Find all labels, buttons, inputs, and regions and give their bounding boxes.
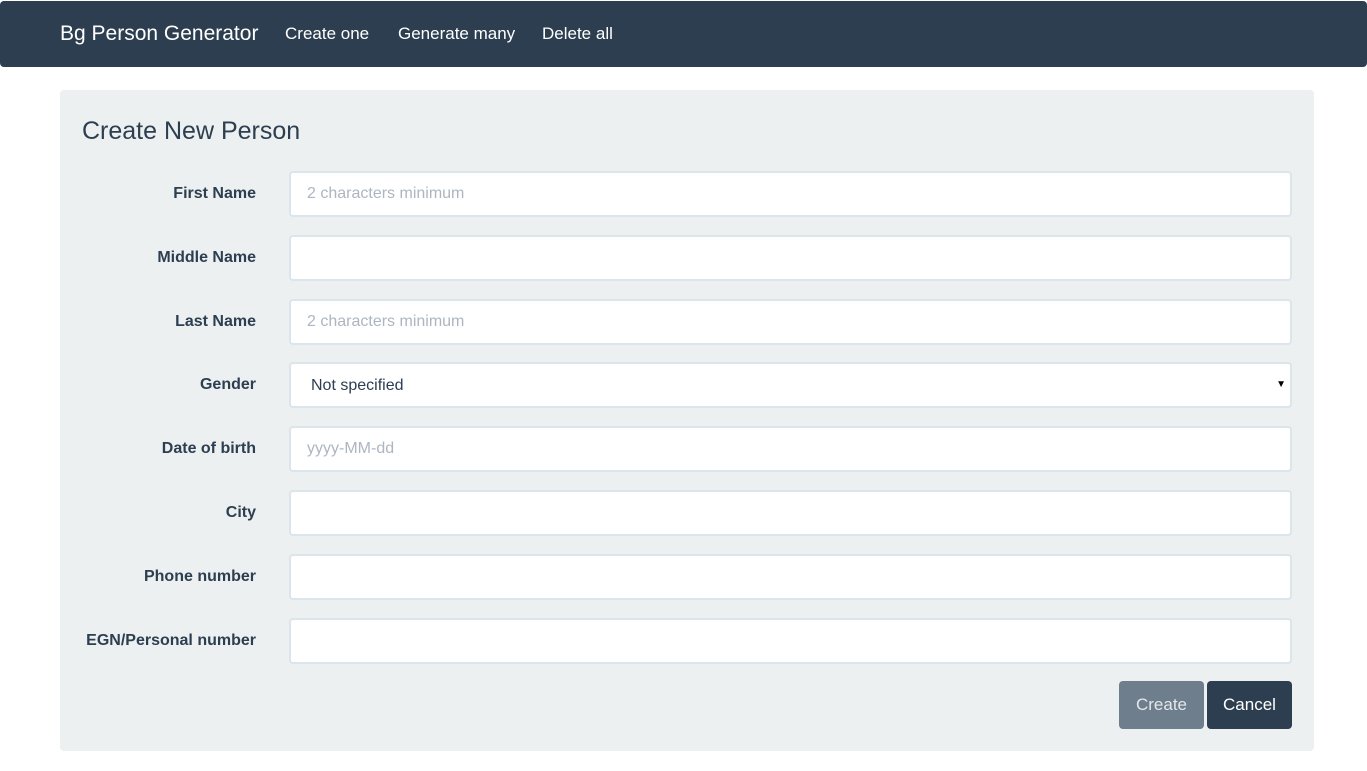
nav-create-one[interactable]: Create one [285, 23, 369, 45]
first-name-label: First Name [173, 185, 256, 202]
middle-name-label: Middle Name [157, 249, 256, 266]
egn-row: EGN/Personal number [60, 618, 1314, 664]
phone-row: Phone number [60, 554, 1314, 600]
form-title: Create New Person [82, 117, 301, 145]
cancel-button[interactable]: Cancel [1207, 681, 1292, 729]
city-row: City [60, 490, 1314, 536]
city-input[interactable] [289, 490, 1292, 536]
create-person-form: Create New Person First Name Middle Name… [60, 90, 1314, 751]
brand-link[interactable]: Bg Person Generator [60, 21, 258, 47]
gender-row: Gender Not specified ▼ [60, 362, 1314, 408]
last-name-label: Last Name [175, 313, 256, 330]
date-of-birth-input[interactable] [289, 426, 1292, 472]
date-of-birth-row: Date of birth [60, 426, 1314, 472]
middle-name-input[interactable] [289, 235, 1292, 281]
city-label: City [225, 504, 256, 521]
phone-input[interactable] [289, 554, 1292, 600]
first-name-row: First Name [60, 171, 1314, 217]
gender-selected-value: Not specified [311, 377, 404, 394]
egn-input[interactable] [289, 618, 1292, 664]
phone-label: Phone number [143, 568, 256, 585]
middle-name-row: Middle Name [60, 235, 1314, 281]
navbar: Bg Person Generator Create one Generate … [0, 1, 1367, 67]
last-name-input[interactable] [289, 299, 1292, 345]
gender-select[interactable]: Not specified ▼ [289, 362, 1292, 408]
gender-label: Gender [199, 376, 256, 393]
last-name-row: Last Name [60, 299, 1314, 345]
caret-down-icon: ▼ [1276, 379, 1286, 390]
date-of-birth-label: Date of birth [161, 440, 256, 457]
egn-label: EGN/Personal number [86, 632, 256, 649]
nav-generate-many[interactable]: Generate many [398, 23, 515, 45]
nav-delete-all[interactable]: Delete all [542, 23, 613, 45]
first-name-input[interactable] [289, 171, 1292, 217]
create-button[interactable]: Create [1119, 681, 1204, 729]
